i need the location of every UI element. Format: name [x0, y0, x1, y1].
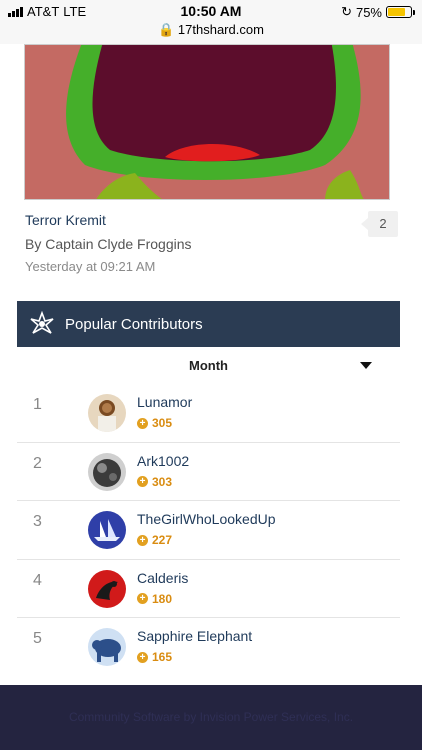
- time-filter-dropdown[interactable]: Month: [17, 348, 400, 384]
- contributor-rank: 2: [33, 454, 42, 472]
- reputation-badge: +180: [137, 592, 172, 606]
- contributor-name[interactable]: Calderis: [137, 570, 188, 586]
- battery-icon: [386, 6, 415, 18]
- gallery-item-timestamp: Yesterday at 09:21 AM: [25, 259, 156, 274]
- contributor-rank: 1: [33, 396, 42, 413]
- battery-percent: 75%: [355, 4, 382, 20]
- contributor-rank: 5: [33, 630, 42, 647]
- address-bar[interactable]: 🔒 17thshard.com: [0, 22, 422, 38]
- plus-icon: +: [137, 476, 148, 487]
- contributor-row: 5 Sapphire Elephant +165: [17, 618, 400, 677]
- avatar[interactable]: [88, 394, 126, 432]
- contributor-name[interactable]: Lunamor: [137, 394, 192, 410]
- contributor-name[interactable]: Ark1002: [137, 453, 189, 469]
- reputation-badge: +303: [137, 475, 172, 489]
- avatar[interactable]: [88, 452, 126, 491]
- contributor-rank: 3: [33, 513, 42, 530]
- avatar[interactable]: [88, 511, 126, 549]
- reputation-value: 303: [152, 474, 173, 489]
- widget-title: Popular Contributors: [65, 315, 203, 333]
- comment-count-badge[interactable]: 2: [361, 211, 398, 237]
- gallery-item-title[interactable]: Terror Kremit: [25, 212, 106, 228]
- widget-header: Popular Contributors: [17, 301, 400, 347]
- avatar[interactable]: [88, 569, 126, 608]
- reputation-badge: +305: [137, 416, 172, 430]
- contributor-row: 4 Calderis +180: [17, 560, 400, 618]
- reputation-value: 165: [152, 650, 173, 664]
- site-footer: Community Software by Invision Power Ser…: [0, 685, 422, 750]
- lock-icon: 🔒: [158, 22, 175, 37]
- contributors-list: 1 Lunamor +305 2 Ark1002 +303 3 TheGirlW…: [17, 384, 400, 677]
- address-url: 17thshard.com: [177, 22, 264, 37]
- avatar[interactable]: [88, 628, 126, 666]
- footer-credit[interactable]: Community Software by Invision Power Ser…: [0, 710, 422, 724]
- site-logo-icon: [30, 311, 54, 334]
- contributor-name[interactable]: TheGirlWhoLookedUp: [137, 511, 276, 527]
- contributor-row: 2 Ark1002 +303: [17, 443, 400, 501]
- reputation-badge: +227: [137, 533, 172, 547]
- time-filter-label: Month: [189, 358, 228, 373]
- reputation-badge: +165: [137, 650, 172, 664]
- plus-icon: +: [137, 534, 148, 546]
- contributor-row: 3 TheGirlWhoLookedUp +227: [17, 501, 400, 560]
- battery-info: ↻ 75%: [341, 4, 415, 20]
- contributor-name[interactable]: Sapphire Elephant: [137, 628, 252, 644]
- plus-icon: +: [137, 417, 148, 429]
- contributor-row: 1 Lunamor +305: [17, 384, 400, 443]
- plus-icon: +: [137, 593, 148, 604]
- reputation-value: 227: [152, 533, 173, 547]
- kermit-artwork: [25, 45, 389, 199]
- orientation-lock-icon: ↻: [341, 4, 352, 19]
- chevron-down-icon[interactable]: [360, 362, 372, 369]
- reputation-value: 180: [152, 591, 173, 606]
- plus-icon: +: [137, 651, 148, 663]
- contributor-rank: 4: [33, 571, 42, 589]
- gallery-item-author: By Captain Clyde Froggins: [25, 236, 192, 252]
- gallery-image[interactable]: [24, 44, 390, 200]
- status-bar: AT&T LTE 10:50 AM 🔒 17thshard.com ↻ 75%: [0, 0, 422, 44]
- reputation-value: 305: [152, 416, 173, 430]
